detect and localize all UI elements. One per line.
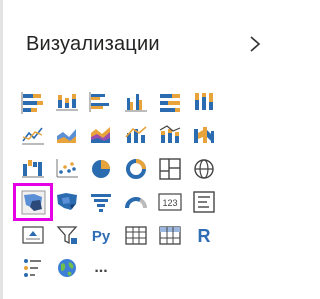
visual-clustered-bar-chart[interactable] (86, 89, 116, 117)
percent-column-icon (195, 93, 213, 110)
visual-line-chart[interactable] (18, 122, 48, 150)
pane-left-border (0, 0, 3, 299)
r-script-visual-label: R (198, 226, 211, 246)
clustered-column-icon (125, 94, 147, 112)
filled-map-icon (57, 193, 77, 210)
visual-waterfall-chart[interactable] (18, 155, 48, 183)
arcgis-globe-icon (58, 259, 76, 277)
pie-icon (92, 160, 110, 178)
visual-python-visual[interactable]: Py (86, 221, 116, 249)
pane-title: Визуализации (26, 33, 160, 55)
visual-map[interactable] (189, 155, 219, 183)
treemap-icon (159, 158, 181, 180)
visual-stacked-column-chart[interactable] (52, 89, 82, 117)
chevron-right-icon (250, 36, 261, 52)
slicer-icon (56, 226, 78, 245)
visual-line-and-stacked-column-chart[interactable] (155, 122, 185, 150)
card-icon: 123 (158, 193, 182, 211)
card-label: 123 (162, 198, 177, 208)
visual-shape-map[interactable] (13, 183, 53, 221)
visual-r-script-visual[interactable]: R (189, 221, 219, 249)
percent-bar-icon (160, 94, 180, 112)
visual-area-chart[interactable] (52, 122, 82, 150)
visual-more-visuals[interactable]: ... (86, 254, 116, 282)
visual-gauge[interactable] (121, 188, 151, 216)
visual-scatter-chart[interactable] (52, 155, 82, 183)
visual-100-stacked-column-chart[interactable] (189, 89, 219, 117)
donut-icon (126, 159, 146, 179)
python-icon: Py (92, 228, 111, 245)
visual-matrix[interactable] (155, 221, 185, 249)
stacked-column-icon (56, 94, 78, 111)
visual-filled-map[interactable] (52, 188, 82, 216)
visual-card[interactable]: 123 (155, 188, 185, 216)
funnel-icon (91, 194, 111, 212)
r-icon: R (198, 226, 211, 246)
scatter-icon (56, 159, 78, 178)
visual-stacked-bar-chart[interactable] (18, 89, 48, 117)
visual-line-and-clustered-column-chart[interactable] (121, 122, 151, 150)
visual-ribbon-chart[interactable] (189, 122, 219, 150)
visual-stacked-area-chart[interactable] (86, 122, 116, 150)
visualizations-pane: Визуализации 123 Py R... (0, 0, 271, 299)
visual-multi-row-card[interactable] (189, 188, 219, 216)
visual-pie-chart[interactable] (86, 155, 116, 183)
ribbon-chart-icon (194, 127, 214, 143)
matrix-icon (159, 226, 181, 245)
visual-donut-chart[interactable] (121, 155, 151, 183)
more-visuals-label: ... (94, 259, 107, 276)
table-icon (125, 226, 147, 245)
gauge-icon (125, 197, 147, 209)
clustered-bar-icon (89, 92, 109, 112)
visual-clustered-column-chart[interactable] (121, 89, 151, 117)
collapse-pane-button[interactable] (247, 33, 263, 55)
multi-row-card-icon (193, 191, 215, 213)
kpi-icon (22, 226, 44, 244)
area-chart-icon (57, 129, 76, 143)
python-visual-label: Py (92, 228, 111, 245)
visual-slicer[interactable] (52, 221, 82, 249)
line-column-icon (125, 126, 147, 143)
waterfall-icon (22, 160, 44, 178)
visual-funnel[interactable] (86, 188, 116, 216)
visual-kpi[interactable] (18, 221, 48, 249)
visual-key-influencers[interactable] (18, 254, 48, 282)
visual-arcgis-map[interactable] (52, 254, 82, 282)
key-influencers-icon (24, 259, 41, 277)
ellipsis-icon: ... (94, 259, 107, 276)
shape-map-icon (21, 190, 46, 215)
line-chart-icon (22, 127, 44, 145)
globe-icon (194, 159, 214, 179)
stacked-area-icon (91, 127, 110, 143)
visual-100-stacked-bar-chart[interactable] (155, 89, 185, 117)
line-stacked-column-icon (159, 125, 181, 143)
stacked-bar-icon (21, 92, 43, 114)
visual-table[interactable] (121, 221, 151, 249)
visual-treemap[interactable] (155, 155, 185, 183)
